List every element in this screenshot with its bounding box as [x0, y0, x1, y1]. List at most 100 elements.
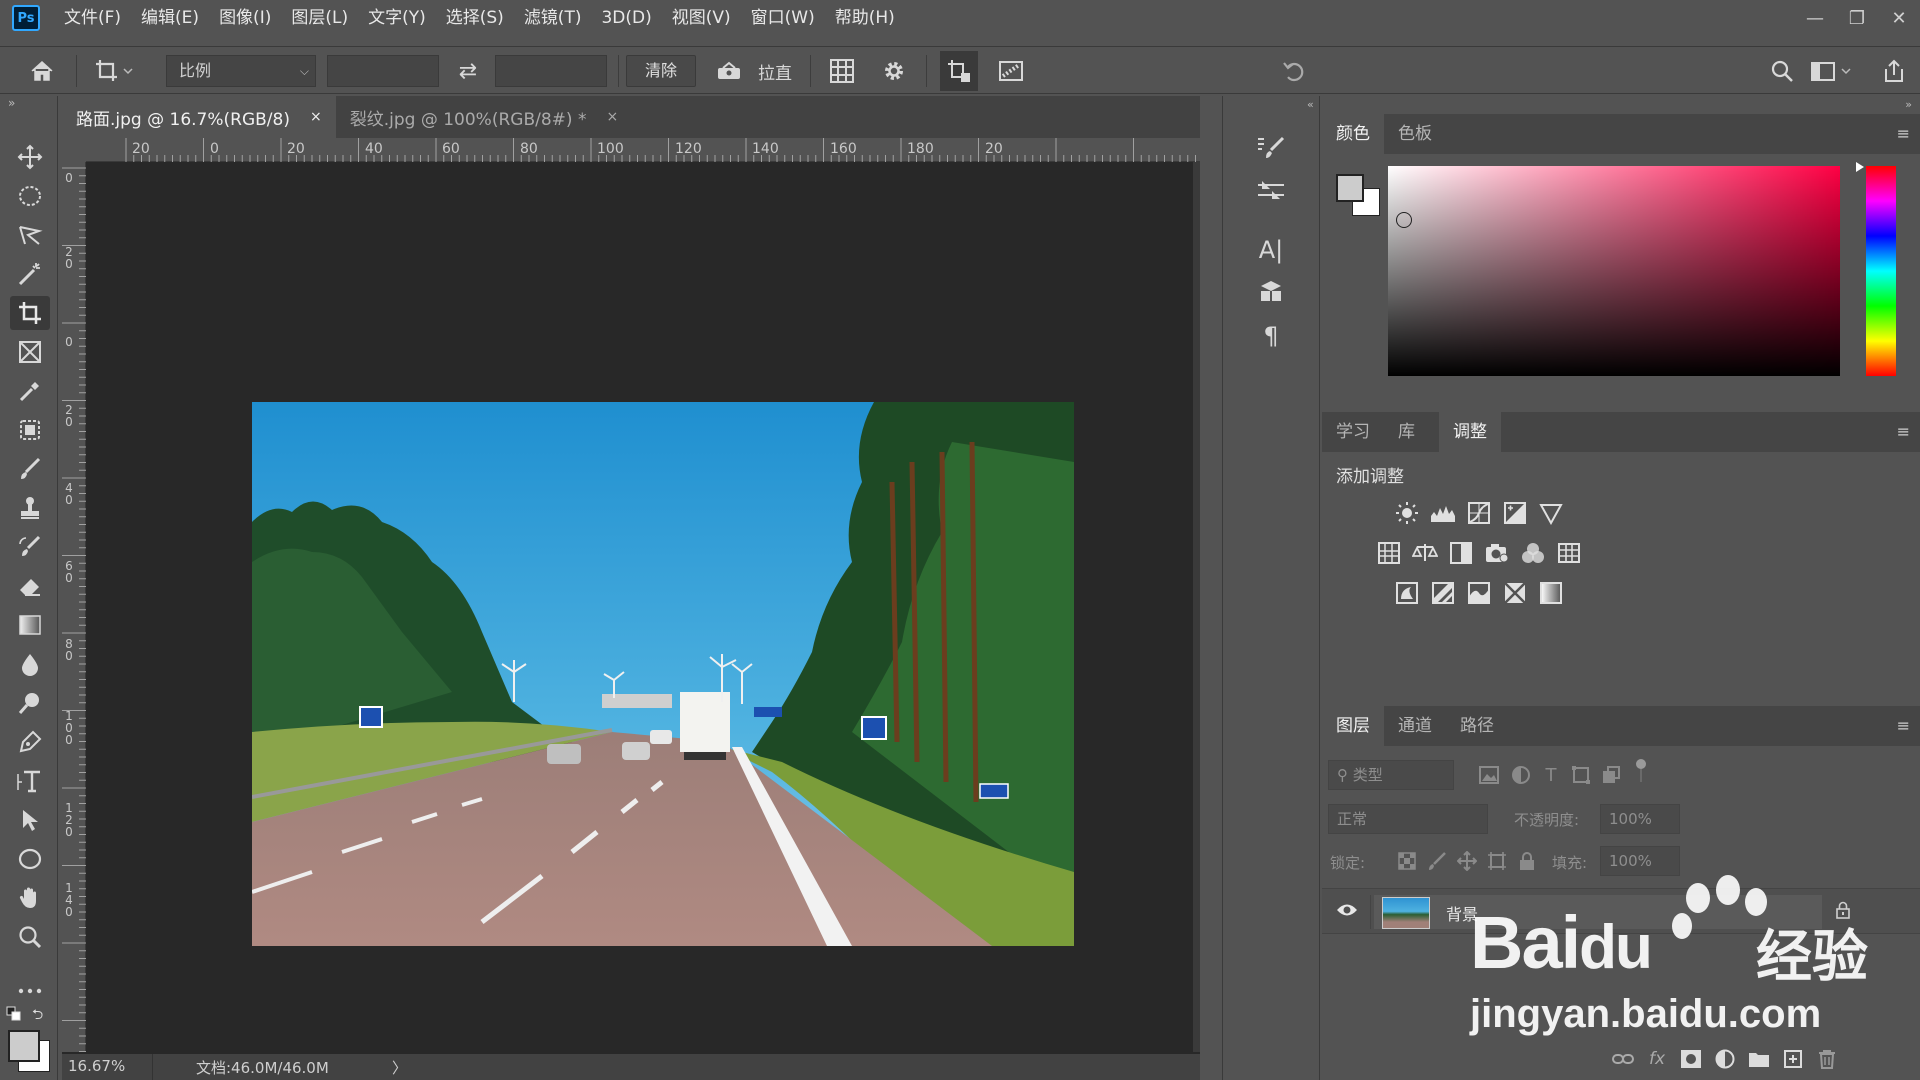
- vertical-scrollbar[interactable]: [1193, 162, 1200, 1052]
- pen-icon[interactable]: [10, 725, 50, 759]
- lock-position-icon[interactable]: [1452, 846, 1482, 876]
- frame-tool-icon[interactable]: [10, 335, 50, 369]
- fill-input[interactable]: 100%: [1600, 846, 1680, 876]
- layer-name[interactable]: 背景: [1446, 901, 1478, 925]
- paragraph-icon[interactable]: ¶: [1253, 320, 1289, 352]
- magic-wand-icon[interactable]: [10, 257, 50, 291]
- eraser-icon[interactable]: [10, 569, 50, 603]
- straighten-icon[interactable]: [712, 47, 746, 95]
- menu-edit[interactable]: 编辑(E): [131, 0, 209, 36]
- photo-filter-icon[interactable]: [1482, 538, 1512, 568]
- menu-window[interactable]: 窗口(W): [741, 0, 825, 36]
- spot-healing-icon[interactable]: [10, 413, 50, 447]
- layer-row[interactable]: 背景: [1322, 888, 1920, 934]
- swap-icon[interactable]: ⇄: [448, 47, 488, 95]
- ellipse-shape-icon[interactable]: [10, 842, 50, 876]
- menu-3d[interactable]: 3D(D): [591, 0, 661, 36]
- tab-libraries[interactable]: 库: [1384, 412, 1429, 452]
- search-icon[interactable]: [1764, 47, 1800, 95]
- close-window-button[interactable]: ✕: [1878, 0, 1920, 36]
- threshold-icon[interactable]: [1464, 578, 1494, 608]
- lasso-icon[interactable]: [10, 218, 50, 252]
- ratio-select[interactable]: 比例 ⌵: [166, 55, 316, 87]
- menu-view[interactable]: 视图(V): [662, 0, 741, 36]
- layer-filter-select[interactable]: ⚲ 类型: [1328, 760, 1454, 790]
- new-group-icon[interactable]: [1744, 1044, 1774, 1074]
- vibrance-icon[interactable]: [1536, 498, 1566, 528]
- tab-swatches[interactable]: 色板: [1384, 114, 1446, 154]
- lock-transparent-icon[interactable]: [1392, 846, 1422, 876]
- fx-icon[interactable]: fx: [1642, 1044, 1672, 1074]
- tab-crack-jpg[interactable]: 裂纹.jpg @ 100%(RGB/8#) * ×: [336, 96, 632, 138]
- menu-image[interactable]: 图像(I): [209, 0, 281, 36]
- collapse-icon[interactable]: «: [1307, 98, 1314, 111]
- content-aware-icon[interactable]: [992, 47, 1030, 95]
- lock-artboard-icon[interactable]: [1482, 846, 1512, 876]
- minimize-button[interactable]: —: [1794, 0, 1836, 36]
- brush-presets-icon[interactable]: [1253, 174, 1289, 206]
- menu-type[interactable]: 文字(Y): [358, 0, 436, 36]
- width-input[interactable]: [327, 55, 439, 87]
- swap-colors-icon[interactable]: ⮌: [32, 1004, 50, 1023]
- tab-learn[interactable]: 学习: [1322, 412, 1384, 452]
- filter-smart-object-icon[interactable]: [1596, 760, 1626, 790]
- color-balance-icon[interactable]: [1410, 538, 1440, 568]
- tab-layers[interactable]: 图层: [1322, 706, 1384, 746]
- opacity-input[interactable]: 100%: [1600, 804, 1680, 834]
- character-panel-icon[interactable]: A|: [1253, 234, 1289, 266]
- crop-preset-icon[interactable]: [86, 47, 142, 95]
- filter-pixel-icon[interactable]: [1474, 760, 1504, 790]
- close-icon[interactable]: ×: [310, 109, 322, 125]
- type-tool-icon[interactable]: [10, 764, 50, 798]
- menu-help[interactable]: 帮助(H): [825, 0, 905, 36]
- lock-pixels-icon[interactable]: [1422, 846, 1452, 876]
- new-layer-icon[interactable]: [1778, 1044, 1808, 1074]
- panel-menu-icon[interactable]: ≡: [1897, 422, 1910, 441]
- trash-icon[interactable]: [1812, 1044, 1842, 1074]
- foreground-color-swatch[interactable]: [8, 1030, 40, 1062]
- gear-icon[interactable]: [876, 47, 912, 95]
- delete-cropped-pixels-icon[interactable]: [940, 51, 978, 91]
- menu-layer[interactable]: 图层(L): [281, 0, 358, 36]
- invert-icon[interactable]: [1392, 578, 1422, 608]
- link-layers-icon[interactable]: [1608, 1044, 1638, 1074]
- hue-slider-handle[interactable]: [1856, 162, 1864, 172]
- default-colors-icon[interactable]: [6, 1006, 22, 1022]
- brightness-icon[interactable]: [1392, 498, 1422, 528]
- tab-adjustments[interactable]: 调整: [1439, 412, 1501, 452]
- road-photo[interactable]: [252, 402, 1074, 946]
- gradient-icon[interactable]: [10, 608, 50, 642]
- tab-color[interactable]: 颜色: [1322, 114, 1384, 154]
- collapse-panels-icon[interactable]: »: [1905, 98, 1912, 111]
- hue-saturation-icon[interactable]: [1374, 538, 1404, 568]
- history-brush-icon[interactable]: [10, 530, 50, 564]
- filter-toggle-icon[interactable]: [1626, 756, 1656, 786]
- filter-type-icon[interactable]: T: [1536, 760, 1566, 790]
- tab-road-jpg[interactable]: 路面.jpg @ 16.7%(RGB/8) ×: [62, 96, 336, 138]
- channel-mixer-icon[interactable]: [1518, 538, 1548, 568]
- canvas[interactable]: [86, 162, 1193, 1052]
- undo-icon[interactable]: [1276, 47, 1312, 95]
- workspace-icon[interactable]: [1808, 47, 1856, 95]
- ruler-origin[interactable]: [62, 138, 86, 162]
- selective-color-icon[interactable]: [1500, 578, 1530, 608]
- hue-slider[interactable]: [1866, 166, 1896, 376]
- tab-channels[interactable]: 通道: [1384, 706, 1446, 746]
- dodge-icon[interactable]: [10, 686, 50, 720]
- curves-icon[interactable]: [1464, 498, 1494, 528]
- horizontal-ruler[interactable]: 20 0 20 40 60 80 100 120 140 160 180 20: [86, 138, 1200, 162]
- eye-icon[interactable]: [1336, 902, 1358, 922]
- more-tools-icon[interactable]: [10, 974, 50, 1008]
- lock-all-icon[interactable]: [1512, 846, 1542, 876]
- filter-adjustment-icon[interactable]: [1506, 760, 1536, 790]
- clear-button[interactable]: 清除: [626, 55, 696, 87]
- status-menu-arrow[interactable]: 〉: [392, 1057, 407, 1078]
- zoom-level[interactable]: 16.67%: [68, 1057, 125, 1075]
- brush-settings-icon[interactable]: [1253, 132, 1289, 164]
- zoom-icon[interactable]: [10, 920, 50, 954]
- brush-icon[interactable]: [10, 452, 50, 486]
- color-picker-ring[interactable]: [1396, 212, 1412, 228]
- grid-overlay-icon[interactable]: [824, 47, 860, 95]
- panel-menu-icon[interactable]: ≡: [1897, 124, 1910, 143]
- eyedropper-icon[interactable]: [10, 374, 50, 408]
